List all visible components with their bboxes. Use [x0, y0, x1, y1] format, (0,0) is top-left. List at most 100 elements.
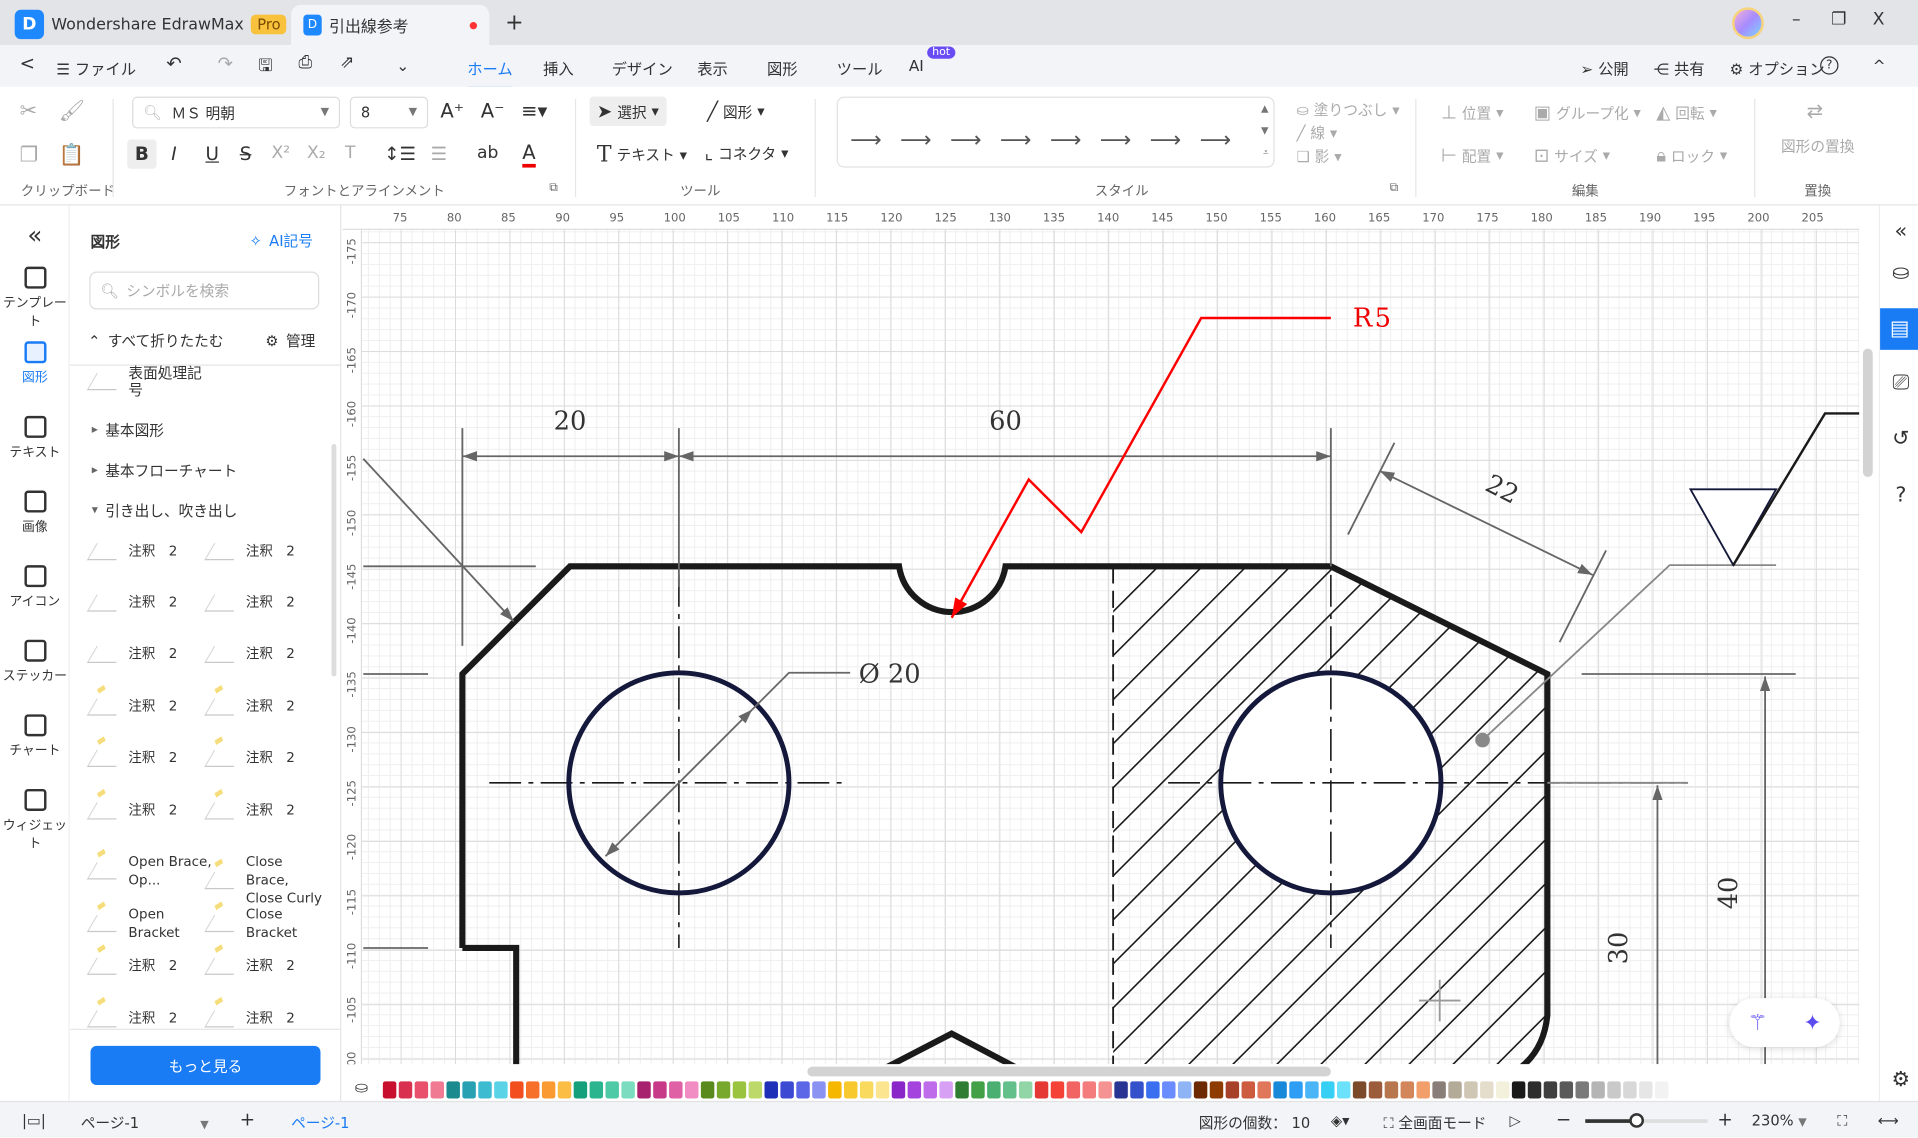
color-swatch[interactable] [637, 1081, 651, 1099]
color-swatch[interactable] [653, 1081, 667, 1099]
color-swatch[interactable] [1130, 1081, 1144, 1099]
color-swatch[interactable] [462, 1081, 476, 1099]
rail-item[interactable]: テンプレート [0, 266, 70, 331]
page-selector[interactable]: ページ-1 ▼ [81, 1112, 209, 1133]
category-header[interactable]: ▸ 基本フローチャート [92, 460, 237, 481]
settings-gear-icon[interactable]: ⚙ [1885, 1064, 1917, 1096]
font-name-select[interactable]: 🔍︎ ＭＳ 明朝 ▼ [132, 96, 341, 129]
color-swatch[interactable] [939, 1081, 953, 1099]
color-swatch[interactable] [1639, 1081, 1653, 1099]
tab-tools[interactable]: ツール [837, 56, 883, 79]
rail-item[interactable]: 図形 [0, 341, 70, 386]
r5-leader[interactable] [950, 316, 1331, 619]
options-button[interactable]: ⚙ オプション [1730, 56, 1825, 79]
color-swatch[interactable] [716, 1081, 731, 1099]
category-header[interactable]: ▸ 基本図形 [92, 420, 164, 441]
line-style-arrow-icon[interactable]: ⟶ [1000, 127, 1032, 153]
horizontal-scrollbar[interactable] [807, 1066, 1331, 1077]
color-swatch[interactable] [1655, 1081, 1669, 1099]
color-swatch[interactable] [907, 1081, 922, 1099]
shadow-button[interactable]: ❑ 影 ▾ [1297, 146, 1342, 167]
color-swatch[interactable] [971, 1081, 985, 1099]
shape-item[interactable]: 注釈 2 [204, 735, 329, 767]
share-button[interactable]: ⋲ 共有 [1654, 56, 1705, 79]
list-icon[interactable]: ☰ [431, 143, 447, 165]
shape-item[interactable]: Open Brace, Op... [86, 848, 212, 890]
superscript-button[interactable]: X² [272, 143, 291, 163]
color-swatch[interactable] [1591, 1081, 1605, 1099]
color-swatch[interactable] [494, 1081, 508, 1099]
shape-item[interactable]: 注釈 2 [204, 593, 329, 611]
format-painter-icon[interactable]: 🖌 [59, 99, 85, 123]
fullscreen-button[interactable]: ⛶ 全画面モード [1383, 1112, 1486, 1133]
shape-item[interactable]: 注釈 2 [204, 645, 329, 663]
position-button[interactable]: ⊥ 位置 ▾ [1441, 102, 1504, 124]
more-chevron-icon[interactable]: ⌄ [396, 56, 409, 74]
scroll-up-icon[interactable]: ▲ [1261, 103, 1269, 114]
color-swatch[interactable] [510, 1081, 524, 1099]
rail-item[interactable]: チャート [0, 714, 70, 759]
font-color-button[interactable]: A [522, 141, 536, 168]
user-avatar[interactable] [1732, 7, 1764, 40]
color-swatch[interactable] [732, 1081, 747, 1099]
line-spacing-icon[interactable]: ↕☰ [384, 143, 416, 165]
color-swatch[interactable] [844, 1081, 858, 1099]
color-swatch[interactable] [1559, 1081, 1574, 1099]
color-swatch[interactable] [828, 1081, 842, 1099]
italic-button[interactable]: I [171, 143, 176, 165]
shape-item[interactable]: 注釈 2 [204, 684, 329, 715]
color-swatch[interactable] [525, 1081, 540, 1099]
color-swatch[interactable] [891, 1081, 906, 1099]
tab-design[interactable]: デザイン [612, 56, 673, 79]
line-style-arrow-icon[interactable]: ⟶ [1050, 127, 1082, 153]
color-swatch[interactable] [684, 1081, 699, 1099]
color-swatch[interactable] [446, 1081, 460, 1099]
color-swatch[interactable] [1321, 1081, 1335, 1099]
zoom-out-button[interactable]: − [1556, 1108, 1571, 1130]
color-swatch[interactable] [1209, 1081, 1224, 1099]
connector-tool-button[interactable]: ⌞ コネクタ ▾ [705, 142, 789, 164]
select-tool-button[interactable]: ➤ 選択 ▾ [589, 96, 667, 126]
color-swatch[interactable] [1114, 1081, 1128, 1099]
shape-tool-button[interactable]: ╱ 図形 ▾ [707, 100, 765, 122]
collapse-ribbon-button[interactable]: ^ [1873, 56, 1886, 74]
color-swatch[interactable] [1575, 1081, 1589, 1099]
surface-symbol-item[interactable]: 表面処理記号 [86, 365, 227, 399]
color-swatch[interactable] [1162, 1081, 1176, 1099]
dim-20-label[interactable]: 20 [554, 406, 587, 436]
rail-item[interactable]: ウィジェット [0, 788, 70, 853]
color-swatch[interactable] [1177, 1081, 1192, 1099]
dim-30-label[interactable]: 30 [1604, 932, 1634, 965]
collapse-panel-icon[interactable]: « [0, 220, 70, 249]
color-swatch[interactable] [1082, 1081, 1096, 1099]
color-swatch[interactable] [859, 1081, 874, 1099]
underline-button[interactable]: U [205, 143, 218, 165]
tab-shape[interactable]: 図形 [767, 56, 798, 79]
more-shapes-button[interactable]: もっと見る [90, 1045, 321, 1085]
line-button[interactable]: ╱ 線 ▾ [1297, 122, 1338, 143]
zoom-slider[interactable] [1585, 1113, 1708, 1128]
color-swatch[interactable] [1543, 1081, 1558, 1099]
increase-font-icon[interactable]: A⁺ [440, 99, 464, 122]
color-swatch[interactable] [1336, 1081, 1351, 1099]
color-swatch[interactable] [780, 1081, 794, 1099]
file-menu[interactable]: ☰ ファイル [56, 56, 136, 79]
publish-button[interactable]: ➢ 公開 [1580, 56, 1628, 79]
copy-icon[interactable]: ❐ [20, 143, 39, 167]
color-swatch[interactable] [1273, 1081, 1287, 1099]
color-swatch[interactable] [1225, 1081, 1240, 1099]
decrease-font-icon[interactable]: A⁻ [481, 99, 505, 122]
line-style-arrow-icon[interactable]: ⟶ [1150, 127, 1182, 153]
group-button[interactable]: ▣ グループ化 ▾ [1534, 102, 1641, 124]
tab-insert[interactable]: 挿入 [543, 56, 574, 79]
color-swatch[interactable] [1527, 1081, 1542, 1099]
properties-icon[interactable]: ▤ [1880, 308, 1918, 350]
color-swatch[interactable] [1448, 1081, 1462, 1099]
font-size-select[interactable]: 8 ▼ [349, 96, 429, 129]
text-case-button[interactable]: ab [477, 143, 498, 163]
color-swatch[interactable] [1670, 1081, 1685, 1099]
color-swatch[interactable] [1384, 1081, 1399, 1099]
print-icon[interactable]: ⎙ [298, 53, 312, 73]
presentation-icon[interactable]: ⎚ [1885, 367, 1917, 399]
fill-color-icon[interactable]: ⛀ [355, 1079, 368, 1097]
